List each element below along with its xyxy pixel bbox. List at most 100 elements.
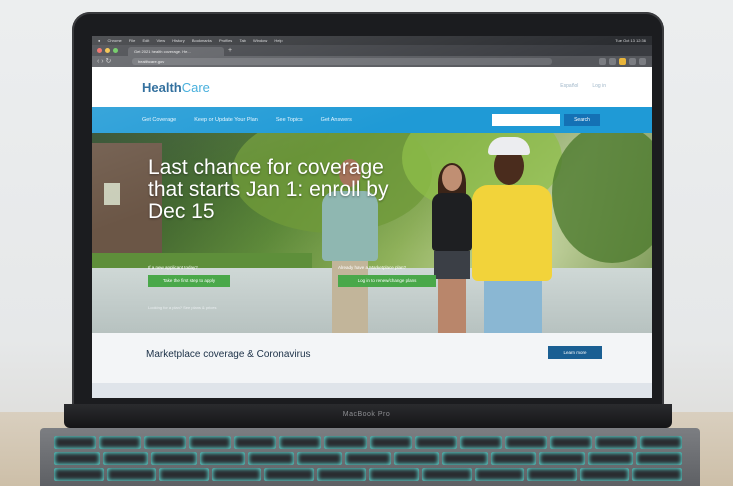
nav-item-get-coverage[interactable]: Get Coverage [142, 107, 176, 133]
menu-item-tab[interactable]: Tab [239, 38, 245, 43]
apply-button[interactable]: Take the first step to apply [148, 275, 230, 287]
key [587, 452, 634, 465]
key [151, 452, 197, 465]
logo-main-text: Health [142, 80, 182, 95]
menu-item-edit[interactable]: Edit [142, 38, 149, 43]
logo-accent-text: Care [181, 80, 210, 95]
mac-menubar: ● Chrome File Edit View History Bookmark… [92, 36, 652, 45]
apple-icon[interactable]: ● [98, 38, 100, 43]
site-search-input[interactable] [492, 114, 560, 126]
key [159, 468, 209, 481]
healthcare-logo[interactable]: HealthCare [142, 80, 210, 95]
key [234, 436, 277, 449]
key [369, 436, 412, 449]
key [414, 436, 457, 449]
renew-plans-button[interactable]: Log in to renew/change plans [338, 275, 436, 287]
house-window [104, 183, 120, 205]
hero-left-label: If a new applicant today? [148, 265, 198, 270]
keyboard [54, 436, 683, 486]
star-icon[interactable] [599, 58, 606, 65]
key [102, 452, 149, 465]
key [527, 468, 577, 481]
key [279, 436, 322, 449]
key [393, 452, 440, 465]
key [99, 436, 142, 449]
menu-item-chrome[interactable]: Chrome [108, 38, 122, 43]
extension-icon[interactable] [619, 58, 626, 65]
key [264, 468, 314, 481]
close-window-button[interactable] [97, 48, 102, 53]
key [636, 452, 682, 465]
nav-item-get-answers[interactable]: Get Answers [321, 107, 352, 133]
key [248, 452, 294, 465]
menu-item-file[interactable]: File [129, 38, 135, 43]
key [345, 452, 391, 465]
key [490, 452, 537, 465]
search-button[interactable]: Search [564, 114, 600, 126]
menu-item-profiles[interactable]: Profiles [219, 38, 232, 43]
key [442, 452, 488, 465]
person-right-shirt [472, 185, 552, 281]
key [211, 468, 262, 481]
hero-banner: Last chance for coverage that starts Jan… [92, 133, 652, 333]
key [54, 452, 100, 465]
notice-text: Marketplace coverage & Coronavirus [146, 349, 311, 360]
laptop-brand-label: MacBook Pro [342, 411, 391, 418]
tree-foliage [552, 133, 652, 263]
extension-icon[interactable] [609, 58, 616, 65]
key [459, 436, 502, 449]
new-tab-icon[interactable]: + [228, 46, 232, 55]
hero-footnote[interactable]: Looking for a plan? See plans & prices [148, 305, 217, 310]
nav-item-see-topics[interactable]: See Topics [276, 107, 303, 133]
menu-item-help[interactable]: Help [274, 38, 282, 43]
language-link[interactable]: Español [560, 83, 578, 89]
person-left-legs [332, 261, 368, 333]
person-middle-shorts [434, 251, 470, 279]
key [324, 436, 367, 449]
menu-icon[interactable] [639, 58, 646, 65]
key [106, 468, 157, 481]
zoom-window-button[interactable] [113, 48, 118, 53]
menu-item-view[interactable]: View [157, 38, 166, 43]
keyboard-row [54, 468, 682, 481]
browser-tabstrip: Get 2021 health coverage. He... + [92, 45, 652, 56]
menubar-clock: Tue Oct 13 12:36 [615, 38, 646, 43]
key [189, 436, 232, 449]
key [296, 452, 343, 465]
profile-icon[interactable] [629, 58, 636, 65]
keyboard-row [54, 436, 683, 449]
key [54, 436, 97, 449]
key [316, 468, 367, 481]
person-middle-legs [438, 279, 466, 333]
person-right-cap [488, 137, 530, 155]
keyboard-row [54, 452, 682, 465]
minimize-window-button[interactable] [105, 48, 110, 53]
key [640, 436, 683, 449]
menu-item-window[interactable]: Window [253, 38, 267, 43]
screen-bottom-strip [92, 383, 652, 398]
extension-icons [599, 58, 646, 65]
key [594, 436, 638, 449]
header-links: Español Log in [560, 83, 606, 89]
login-link[interactable]: Log in [592, 83, 606, 89]
coronavirus-notice: Marketplace coverage & Coronavirus Learn… [92, 333, 652, 383]
browser-tab[interactable]: Get 2021 health coverage. He... [128, 47, 224, 56]
key [422, 468, 472, 481]
key [474, 468, 525, 481]
person-middle-shirt [432, 193, 472, 251]
back-forward-reload-icons[interactable]: ‹ › ↻ [97, 57, 111, 66]
key [369, 468, 420, 481]
hero-title: Last chance for coverage that starts Jan… [148, 156, 389, 223]
nav-item-keep-or-update[interactable]: Keep or Update Your Plan [194, 107, 258, 133]
hero-right-label: Already have a Marketplace plan? [338, 265, 407, 270]
key [549, 436, 592, 449]
key [199, 452, 246, 465]
menu-item-bookmarks[interactable]: Bookmarks [192, 38, 212, 43]
person-right-shorts [484, 281, 542, 333]
learn-more-button[interactable]: Learn more [548, 346, 602, 359]
key [54, 468, 104, 481]
address-bar[interactable]: healthcare.gov [132, 58, 552, 65]
key [539, 452, 585, 465]
site-header: HealthCare Español Log in [92, 67, 652, 107]
menu-item-history[interactable]: History [172, 38, 184, 43]
